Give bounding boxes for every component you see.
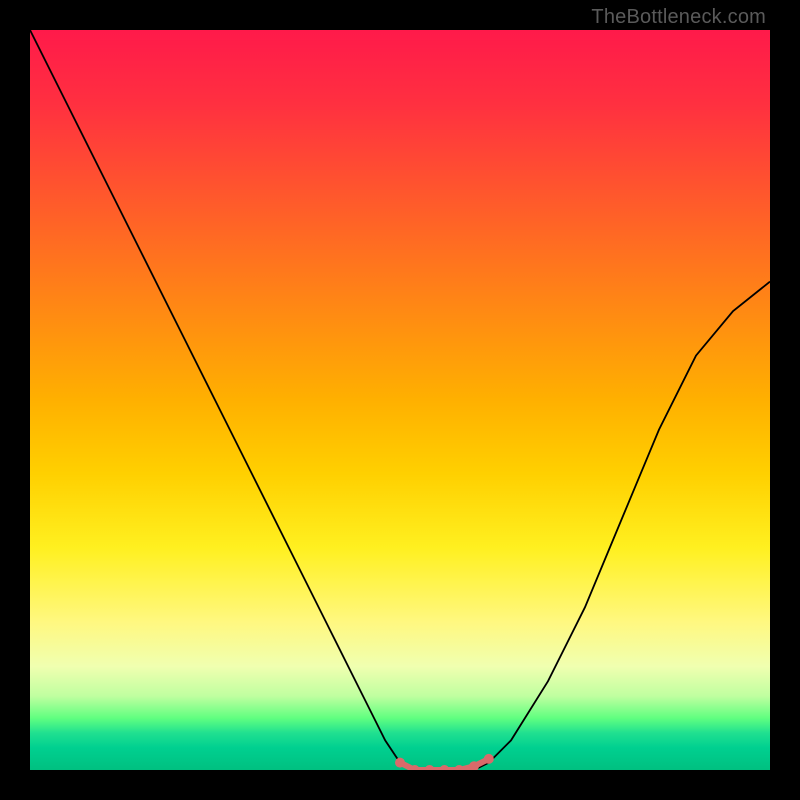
optimal-marker (425, 765, 435, 770)
optimal-marker (395, 758, 405, 768)
bottleneck-curve (30, 30, 770, 770)
curve-svg (30, 30, 770, 770)
chart-container: TheBottleneck.com (0, 0, 800, 800)
watermark-text: TheBottleneck.com (591, 6, 766, 29)
optimal-marker (484, 754, 494, 764)
optimal-marker (439, 765, 449, 770)
plot-area (30, 30, 770, 770)
optimal-marker (454, 765, 464, 770)
